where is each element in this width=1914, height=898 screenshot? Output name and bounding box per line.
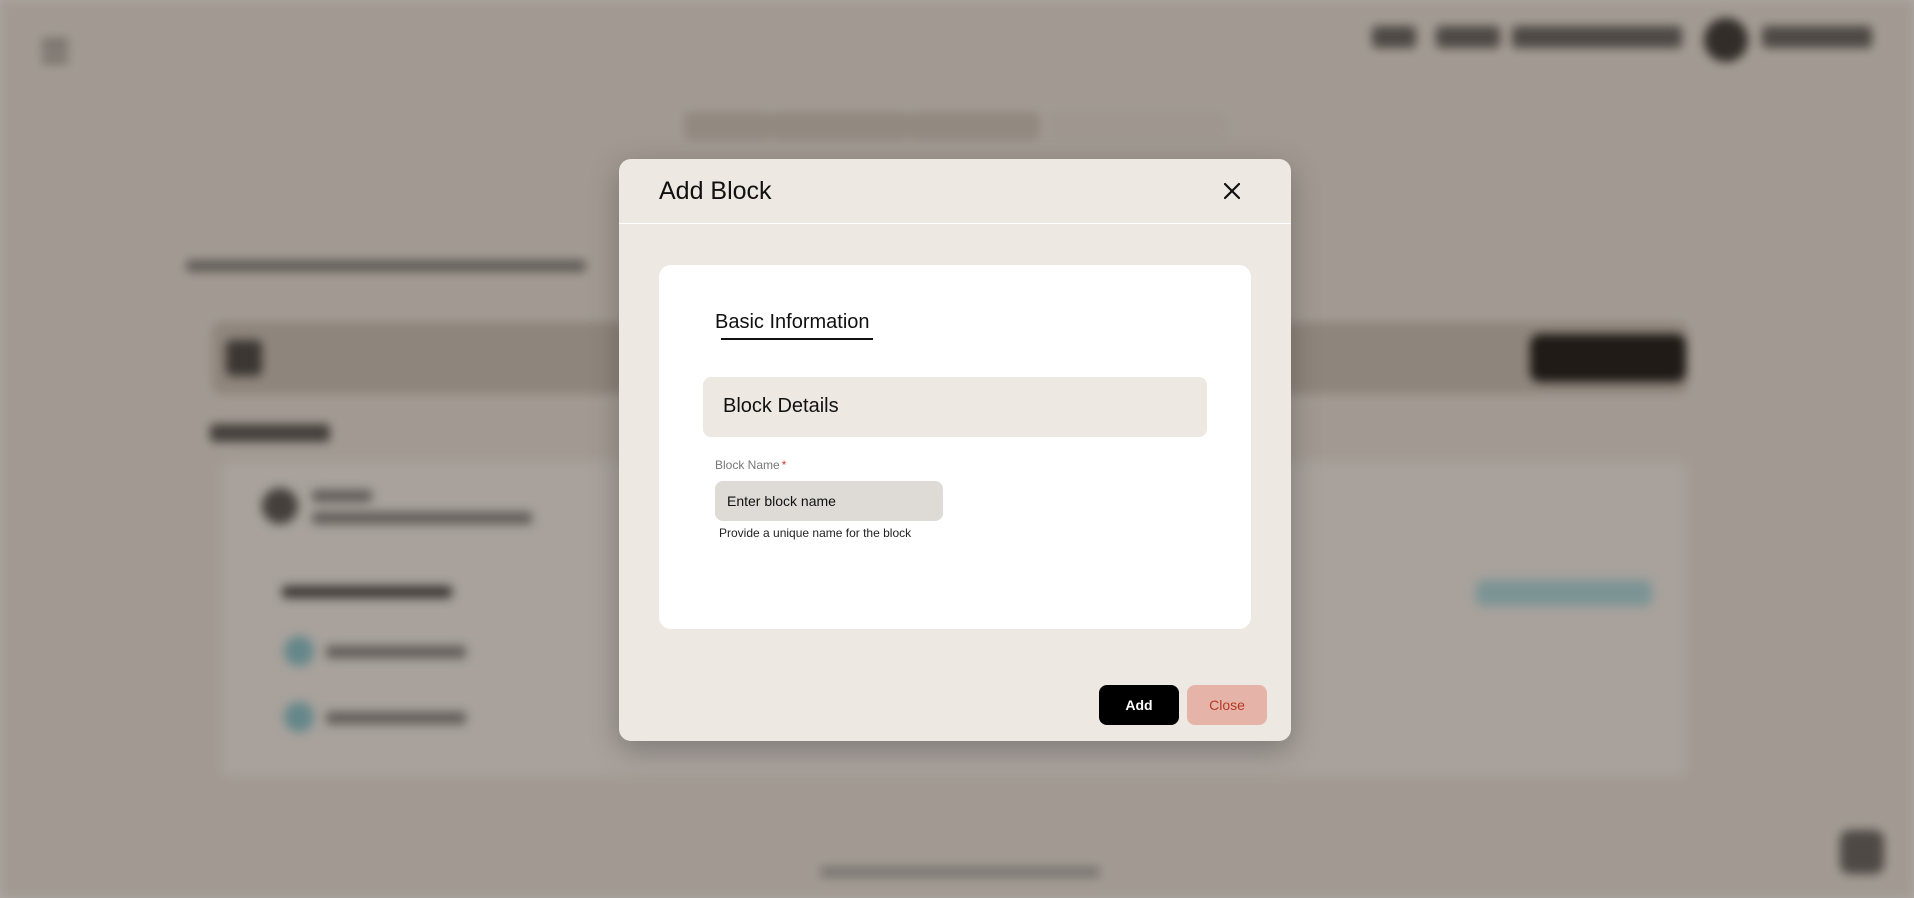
required-marker: * xyxy=(781,458,787,472)
section-title: Block Details xyxy=(723,395,839,417)
active-tab-indicator xyxy=(721,338,873,340)
block-name-label: Block Name * xyxy=(715,458,786,472)
add-block-dialog: Add Block Basic Information Block Detail… xyxy=(619,159,1291,741)
close-icon[interactable] xyxy=(1217,176,1247,206)
add-button[interactable]: Add xyxy=(1099,685,1179,725)
section-block-details: Block Details xyxy=(703,377,1207,437)
dialog-title: Add Block xyxy=(659,177,772,205)
dialog-body: Basic Information Block Details Block Na… xyxy=(659,265,1251,629)
block-name-label-text: Block Name xyxy=(715,458,780,472)
close-button[interactable]: Close xyxy=(1187,685,1267,725)
block-name-help-text: Provide a unique name for the block xyxy=(719,526,912,540)
tab-basic-information[interactable]: Basic Information xyxy=(715,311,870,334)
dialog-header: Add Block xyxy=(619,159,1291,224)
block-name-input[interactable] xyxy=(715,481,943,521)
